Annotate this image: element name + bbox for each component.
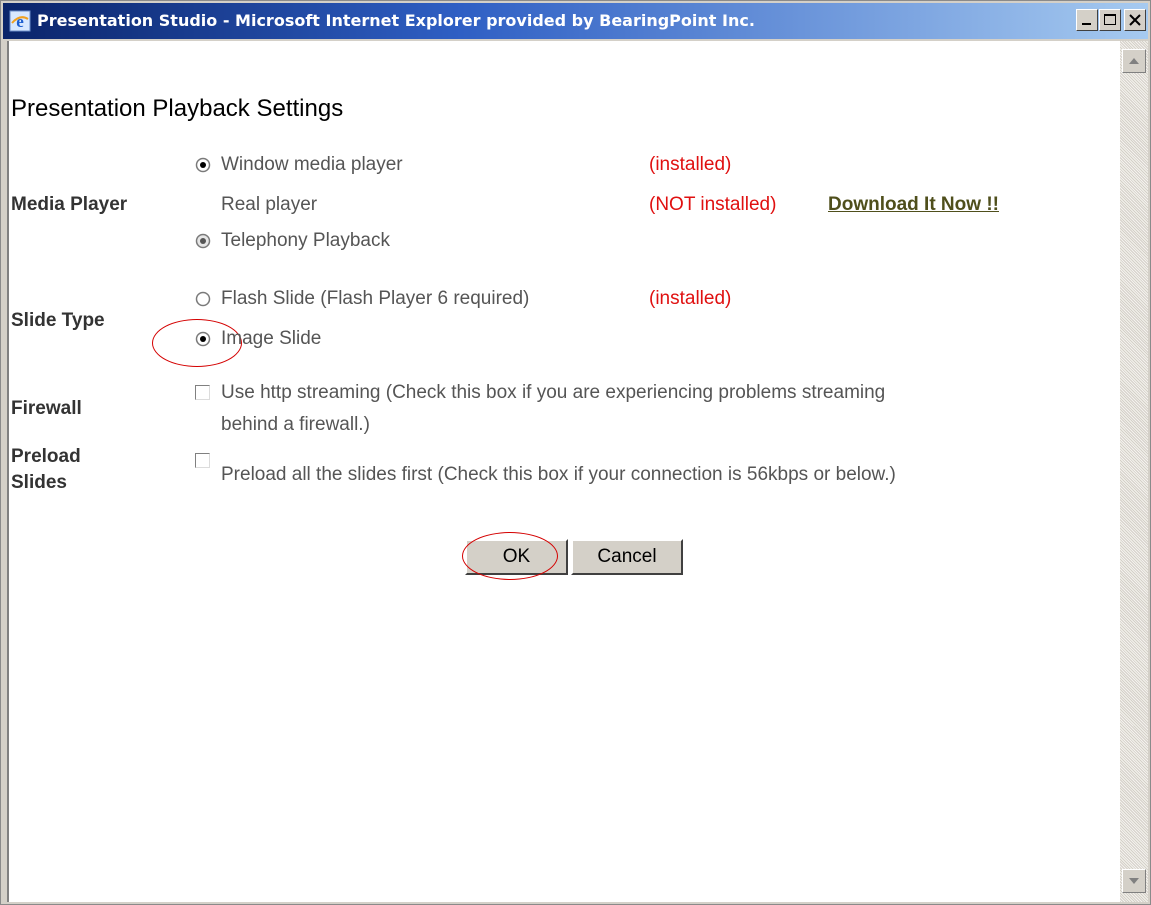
radio-telephony-playback[interactable] xyxy=(195,233,211,249)
status-window-media-player: (installed) xyxy=(649,154,732,175)
slide-type-label: Slide Type xyxy=(11,310,105,331)
vertical-scrollbar[interactable] xyxy=(1120,41,1148,902)
status-real-player: (NOT installed) xyxy=(649,194,777,215)
option-image-slide: Image Slide xyxy=(221,328,322,349)
minimize-button[interactable] xyxy=(1076,9,1098,31)
title-bar[interactable]: e Presentation Studio - Microsoft Intern… xyxy=(3,3,1148,39)
page-title: Presentation Playback Settings xyxy=(11,95,344,122)
option-real-player: Real player xyxy=(221,194,318,215)
scroll-up-button[interactable] xyxy=(1122,49,1146,73)
preload-description: Preload all the slides first (Check this… xyxy=(221,464,896,485)
option-flash-slide: Flash Slide (Flash Player 6 required) xyxy=(221,288,530,309)
scroll-down-button[interactable] xyxy=(1122,869,1146,893)
option-telephony-playback: Telephony Playback xyxy=(221,230,390,251)
radio-flash-slide[interactable] xyxy=(195,291,211,307)
browser-window: e Presentation Studio - Microsoft Intern… xyxy=(0,0,1151,905)
firewall-label: Firewall xyxy=(11,398,82,419)
option-window-media-player: Window media player xyxy=(221,154,403,175)
svg-text:e: e xyxy=(16,12,24,31)
firewall-checkbox[interactable] xyxy=(195,385,210,400)
firewall-description-line1: Use http streaming (Check this box if yo… xyxy=(221,382,886,403)
media-player-label: Media Player xyxy=(11,194,128,215)
preload-label-line1: Preload xyxy=(11,446,81,467)
radio-window-media-player[interactable] xyxy=(195,157,211,173)
highlight-ellipse-ok xyxy=(462,532,558,580)
close-icon xyxy=(1129,14,1141,26)
preload-label-line2: Slides xyxy=(11,472,67,493)
status-flash-slide: (installed) xyxy=(649,288,732,309)
firewall-description-line2: behind a firewall.) xyxy=(221,414,370,435)
cancel-button[interactable]: Cancel xyxy=(571,539,683,575)
ie-icon: e xyxy=(9,10,31,32)
maximize-button[interactable] xyxy=(1099,9,1121,31)
close-button[interactable] xyxy=(1124,9,1146,31)
window-title: Presentation Studio - Microsoft Internet… xyxy=(37,11,755,30)
minimize-icon xyxy=(1082,23,1091,25)
maximize-icon xyxy=(1104,14,1116,25)
arrow-down-icon xyxy=(1129,878,1139,884)
radio-image-slide[interactable] xyxy=(195,331,211,347)
preload-checkbox[interactable] xyxy=(195,453,210,468)
download-link[interactable]: Download It Now !! xyxy=(828,193,999,217)
arrow-up-icon xyxy=(1129,58,1139,64)
page-content: Presentation Playback Settings Media Pla… xyxy=(7,41,1120,902)
